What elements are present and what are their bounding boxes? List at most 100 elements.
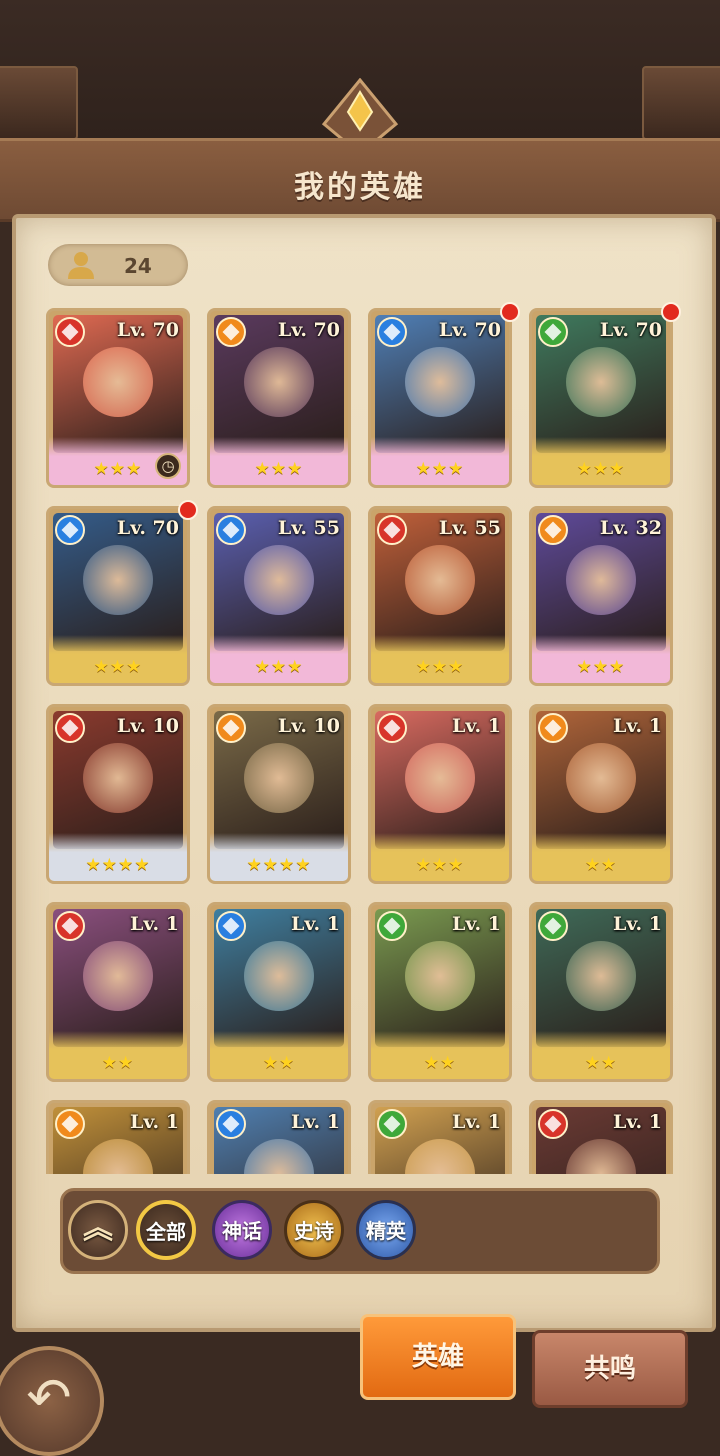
hero-level: Lv. 1: [452, 715, 501, 737]
element-water-icon: [377, 317, 407, 347]
notification-dot: [500, 302, 520, 322]
page-title: 我的英雄: [294, 170, 426, 205]
element-fire-icon: [377, 515, 407, 545]
hero-card[interactable]: Lv. 70 ★★★: [46, 506, 190, 686]
hero-level: Lv. 1: [613, 1111, 662, 1133]
star-rating: ★★: [101, 1053, 135, 1073]
hero-face: [244, 347, 314, 417]
hero-level: Lv. 1: [291, 913, 340, 935]
hero-face: [566, 545, 636, 615]
star-rating: ★★: [584, 855, 618, 875]
hero-card[interactable]: Lv. 1 ★★: [207, 902, 351, 1082]
hero-grid[interactable]: Lv. 70 ★★★ ◷ Lv. 70 ★★★ Lv. 70 ★★★ Lv. 70 ★★★ Lv.…: [40, 302, 690, 1174]
tab-heroes[interactable]: 英雄: [360, 1314, 516, 1400]
hero-card[interactable]: Lv. 1: [46, 1100, 190, 1174]
element-water-icon: [216, 911, 246, 941]
element-fire-icon: [55, 713, 85, 743]
hero-face: [405, 743, 475, 813]
filter-mythic-button[interactable]: 神话: [212, 1200, 272, 1260]
element-earth-icon: [377, 1109, 407, 1139]
hero-count-badge: 24: [48, 244, 188, 286]
element-water-icon: [216, 515, 246, 545]
star-rating: ★★★★: [85, 855, 151, 875]
hero-card[interactable]: Lv. 70 ★★★: [368, 308, 512, 488]
hero-card[interactable]: Lv. 1 ★★: [529, 902, 673, 1082]
filter-elite-button[interactable]: 精英: [356, 1200, 416, 1260]
hero-level: Lv. 32: [599, 517, 662, 539]
element-water-icon: [216, 1109, 246, 1139]
element-earth-icon: [538, 911, 568, 941]
hero-face: [83, 545, 153, 615]
hero-face: [566, 743, 636, 813]
element-light-icon: [216, 713, 246, 743]
element-light-icon: [216, 317, 246, 347]
hero-face: [405, 347, 475, 417]
hero-card[interactable]: Lv. 1 ★★★: [368, 704, 512, 884]
hero-level: Lv. 10: [116, 715, 179, 737]
hero-card[interactable]: Lv. 1 ★★: [368, 902, 512, 1082]
hero-card[interactable]: Lv. 55 ★★★: [207, 506, 351, 686]
element-fire-icon: [55, 317, 85, 347]
hero-level: Lv. 70: [438, 319, 501, 341]
star-rating: ★★★: [254, 459, 304, 479]
hero-card[interactable]: Lv. 1: [368, 1100, 512, 1174]
hero-level: Lv. 70: [599, 319, 662, 341]
star-rating: ★★★★: [246, 855, 312, 875]
hero-card[interactable]: Lv. 70 ★★★: [207, 308, 351, 488]
tab-resonance[interactable]: 共鸣: [532, 1330, 688, 1408]
element-light-icon: [55, 1109, 85, 1139]
clock-icon: ◷: [155, 453, 181, 479]
hero-card[interactable]: Lv. 1: [207, 1100, 351, 1174]
hero-face: [566, 347, 636, 417]
star-rating: ★★★: [415, 657, 465, 677]
collapse-chevron-up-icon[interactable]: ︽: [68, 1200, 128, 1260]
hero-card[interactable]: Lv. 1 ★★: [529, 704, 673, 884]
star-rating: ★★★: [254, 657, 304, 677]
hero-card[interactable]: Lv. 10 ★★★★: [46, 704, 190, 884]
star-rating: ★★★: [415, 459, 465, 479]
hero-card[interactable]: Lv. 1: [529, 1100, 673, 1174]
hero-count: 24: [124, 254, 152, 278]
hero-face: [83, 941, 153, 1011]
element-light-icon: [538, 515, 568, 545]
hero-card[interactable]: Lv. 70 ★★★: [529, 308, 673, 488]
filter-all-button[interactable]: 全部: [136, 1200, 196, 1260]
star-rating: ★★: [262, 1053, 296, 1073]
star-rating: ★★: [423, 1053, 457, 1073]
element-fire-icon: [55, 911, 85, 941]
hero-level: Lv. 55: [438, 517, 501, 539]
right-pillar-ornament: [642, 66, 720, 140]
hero-level: Lv. 1: [613, 715, 662, 737]
hero-level: Lv. 1: [452, 1111, 501, 1133]
hero-level: Lv. 70: [277, 319, 340, 341]
hero-face: [244, 743, 314, 813]
hero-card[interactable]: Lv. 55 ★★★: [368, 506, 512, 686]
star-rating: ★★★: [576, 459, 626, 479]
star-rating: ★★★: [93, 657, 143, 677]
hero-face: [405, 545, 475, 615]
hero-card[interactable]: Lv. 70 ★★★ ◷: [46, 308, 190, 488]
filter-epic-button[interactable]: 史诗: [284, 1200, 344, 1260]
hero-card[interactable]: Lv. 32 ★★★: [529, 506, 673, 686]
element-fire-icon: [377, 713, 407, 743]
hero-face: [83, 347, 153, 417]
hero-level: Lv. 1: [130, 913, 179, 935]
hero-level: Lv. 10: [277, 715, 340, 737]
hero-level: Lv. 1: [452, 913, 501, 935]
hero-face: [244, 545, 314, 615]
hero-level: Lv. 70: [116, 517, 179, 539]
hero-card[interactable]: Lv. 1 ★★: [46, 902, 190, 1082]
hero-level: Lv. 55: [277, 517, 340, 539]
hero-card[interactable]: Lv. 10 ★★★★: [207, 704, 351, 884]
element-water-icon: [55, 515, 85, 545]
left-pillar-ornament: [0, 66, 78, 140]
hero-face: [244, 941, 314, 1011]
hero-level: Lv. 1: [130, 1111, 179, 1133]
element-earth-icon: [538, 317, 568, 347]
hero-level: Lv. 70: [116, 319, 179, 341]
star-rating: ★★★: [576, 657, 626, 677]
hero-level: Lv. 1: [613, 913, 662, 935]
hero-face: [566, 941, 636, 1011]
hero-face: [83, 743, 153, 813]
element-earth-icon: [377, 911, 407, 941]
